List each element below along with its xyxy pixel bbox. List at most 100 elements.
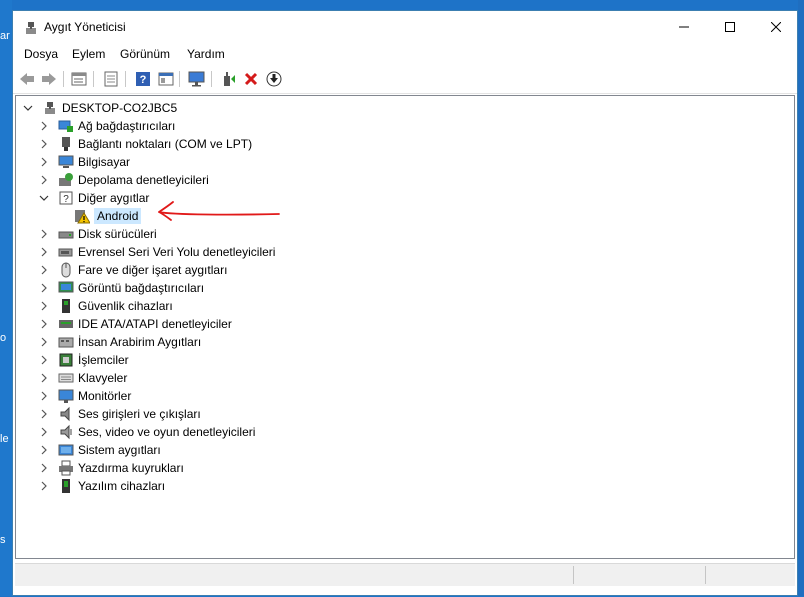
hid-icon	[58, 337, 74, 348]
category-label: Bilgisayar	[78, 155, 131, 169]
uninstall-icon	[244, 72, 258, 86]
tree-category[interactable]: İnsan Arabirim Aygıtları	[38, 333, 201, 351]
tree-category[interactable]: ? Diğer aygıtlar	[38, 189, 149, 207]
monitor-scan-icon	[188, 71, 205, 87]
toolbar-separator	[125, 71, 126, 87]
tree-category[interactable]: Güvenlik cihazları	[38, 297, 173, 315]
show-resources-button[interactable]	[156, 69, 176, 89]
category-label: Diğer aygıtlar	[78, 191, 150, 205]
device-item[interactable]: Android	[74, 207, 142, 225]
back-button[interactable]	[17, 69, 37, 89]
tree-category[interactable]: Bağlantı noktaları (COM ve LPT)	[38, 135, 252, 153]
category-label: Ses, video ve oyun denetleyicileri	[78, 425, 256, 439]
sound-video-icon	[60, 424, 72, 440]
list-view-button[interactable]	[101, 69, 121, 89]
tree-category[interactable]: Ses, video ve oyun denetleyicileri	[38, 423, 255, 441]
chevron-right-icon[interactable]	[38, 405, 50, 423]
chevron-right-icon[interactable]	[38, 261, 50, 279]
tree-category[interactable]: Yazılım cihazları	[38, 477, 165, 495]
forward-arrow-icon	[42, 73, 56, 85]
chevron-down-icon[interactable]	[22, 99, 34, 117]
title-bar[interactable]: Aygıt Yöneticisi	[13, 11, 797, 43]
chevron-right-icon[interactable]	[38, 297, 50, 315]
toolbar: ?	[13, 65, 797, 94]
maximize-icon	[725, 22, 735, 32]
audio-io-icon	[60, 406, 70, 422]
update-driver-button[interactable]	[219, 69, 239, 89]
category-label: Depolama denetleyicileri	[78, 173, 209, 187]
minimize-icon	[679, 26, 689, 28]
back-arrow-icon	[20, 73, 34, 85]
category-label: Sistem aygıtları	[78, 443, 161, 457]
tree-category[interactable]: Disk sürücüleri	[38, 225, 157, 243]
svg-text:?: ?	[63, 194, 69, 205]
chevron-right-icon[interactable]	[38, 423, 50, 441]
tree-category[interactable]: IDE ATA/ATAPI denetleyiciler	[38, 315, 232, 333]
menu-bar: Dosya Eylem Görünüm Yardım	[13, 43, 797, 65]
chevron-right-icon[interactable]	[38, 387, 50, 405]
desktop-label: ar	[0, 30, 10, 42]
close-icon	[771, 22, 781, 32]
tree-category[interactable]: Fare ve diğer işaret aygıtları	[38, 261, 227, 279]
display-adapter-icon	[58, 281, 74, 293]
other-devices-icon: ?	[59, 191, 73, 205]
tree-category[interactable]: Görüntü bağdaştırıcıları	[38, 279, 204, 297]
device-label: Android	[94, 208, 142, 224]
chevron-right-icon[interactable]	[38, 459, 50, 477]
show-resources-icon	[158, 72, 174, 86]
toolbar-separator	[211, 71, 212, 87]
disable-device-button[interactable]	[264, 69, 284, 89]
chevron-right-icon[interactable]	[38, 153, 50, 171]
uninstall-button[interactable]	[241, 69, 261, 89]
tree-root[interactable]: DESKTOP-CO2JBC5	[22, 99, 177, 117]
tree-category[interactable]: İşlemciler	[38, 351, 129, 369]
properties-icon	[71, 72, 87, 86]
status-segment	[573, 566, 704, 584]
processor-icon	[59, 353, 73, 367]
tree-category[interactable]: Klavyeler	[38, 369, 127, 387]
list-view-icon	[104, 71, 118, 87]
minimize-button[interactable]	[661, 11, 707, 43]
chevron-right-icon[interactable]	[38, 369, 50, 387]
chevron-right-icon[interactable]	[38, 117, 50, 135]
chevron-right-icon[interactable]	[38, 279, 50, 297]
chevron-right-icon[interactable]	[38, 135, 50, 153]
menu-action[interactable]: Eylem	[72, 47, 105, 61]
tree-category[interactable]: Depolama denetleyicileri	[38, 171, 209, 189]
device-tree[interactable]: DESKTOP-CO2JBC5 Ağ bağdaştırıcıları Bağla…	[15, 95, 795, 559]
tree-category[interactable]: Yazdırma kuyrukları	[38, 459, 184, 477]
chevron-right-icon[interactable]	[38, 441, 50, 459]
menu-view[interactable]: Görünüm	[120, 47, 170, 61]
storage-controller-icon	[59, 173, 73, 186]
computer-name: DESKTOP-CO2JBC5	[62, 101, 178, 115]
category-label: IDE ATA/ATAPI denetleyiciler	[78, 317, 232, 331]
forward-button[interactable]	[39, 69, 59, 89]
desktop-background-right	[798, 0, 804, 596]
maximize-button[interactable]	[707, 11, 753, 43]
tree-category[interactable]: Sistem aygıtları	[38, 441, 161, 459]
chevron-right-icon[interactable]	[38, 225, 50, 243]
chevron-right-icon[interactable]	[38, 315, 50, 333]
computer-icon	[58, 155, 74, 168]
tree-category[interactable]: Evrensel Seri Veri Yolu denetleyicileri	[38, 243, 275, 261]
close-button[interactable]	[753, 11, 799, 43]
chevron-right-icon[interactable]	[38, 477, 50, 495]
chevron-down-icon[interactable]	[38, 189, 50, 207]
help-button[interactable]: ?	[133, 69, 153, 89]
menu-help[interactable]: Yardım	[187, 47, 225, 61]
chevron-right-icon[interactable]	[38, 333, 50, 351]
desktop-label: le	[0, 433, 9, 445]
category-label: Monitörler	[78, 389, 132, 403]
scan-hardware-button[interactable]	[187, 69, 207, 89]
menu-file[interactable]: Dosya	[24, 47, 58, 61]
tree-category[interactable]: Ağ bağdaştırıcıları	[38, 117, 175, 135]
chevron-right-icon[interactable]	[38, 351, 50, 369]
port-icon	[62, 137, 70, 151]
device-manager-window: Aygıt Yöneticisi Dosya Eylem Görünüm Yar…	[12, 10, 798, 596]
tree-category[interactable]: Ses girişleri ve çıkışları	[38, 405, 201, 423]
chevron-right-icon[interactable]	[38, 171, 50, 189]
tree-category[interactable]: Bilgisayar	[38, 153, 130, 171]
properties-button[interactable]	[69, 69, 89, 89]
tree-category[interactable]: Monitörler	[38, 387, 131, 405]
chevron-right-icon[interactable]	[38, 243, 50, 261]
